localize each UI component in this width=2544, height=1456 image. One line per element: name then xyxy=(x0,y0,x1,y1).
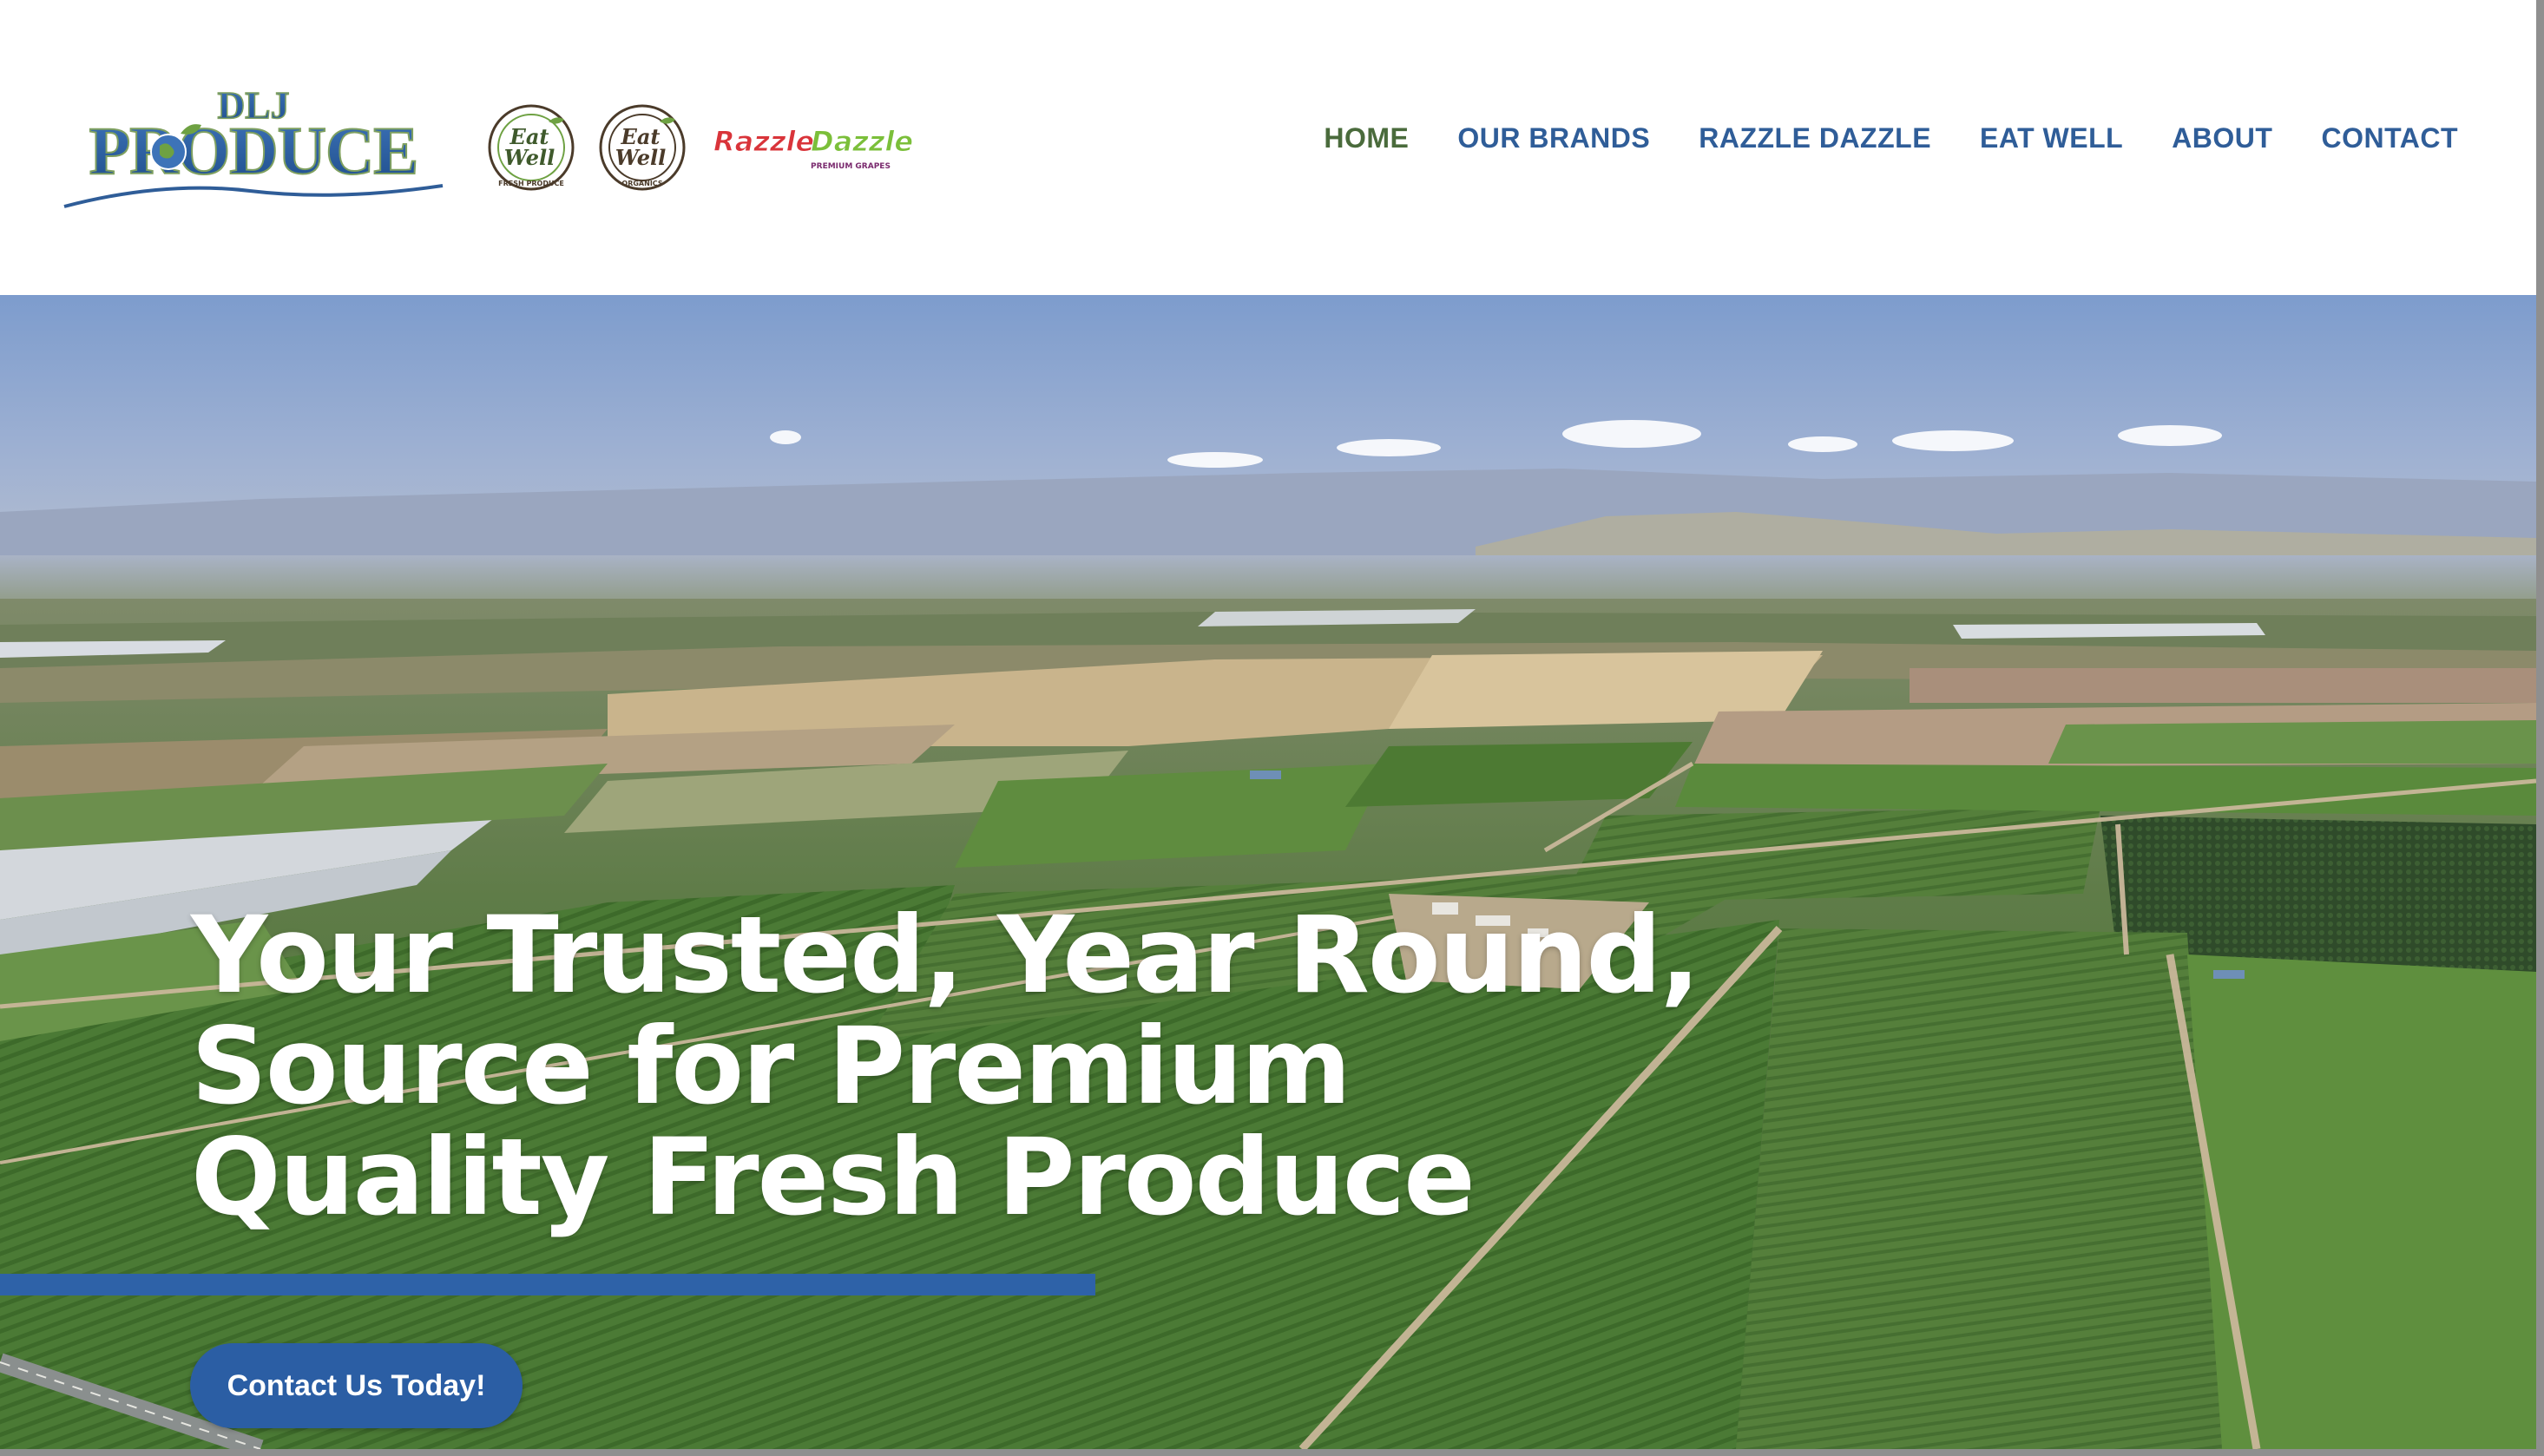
svg-text:Well: Well xyxy=(615,145,667,170)
hero-accent-bar xyxy=(0,1274,1095,1295)
nav-about[interactable]: ABOUT xyxy=(2172,122,2272,154)
eat-well-organics-badge-icon: Eat Well ORGANICS xyxy=(599,104,686,191)
page-frame: DLJ PRODUCE Eat Well FRESH PRODUCE Eat W… xyxy=(0,0,2536,1449)
svg-text:ORGANICS: ORGANICS xyxy=(621,180,662,187)
site-header: DLJ PRODUCE Eat Well FRESH PRODUCE Eat W… xyxy=(0,0,2536,295)
razzle-dazzle-wordmark: Razzle Dazzle PREMIUM GRAPES xyxy=(713,125,914,172)
svg-text:Well: Well xyxy=(504,145,555,170)
hero-headline-line-3: Quality Fresh Produce xyxy=(191,1116,1476,1239)
dlj-produce-logo[interactable]: DLJ PRODUCE xyxy=(59,83,448,213)
contact-us-button[interactable]: Contact Us Today! xyxy=(190,1343,523,1428)
nav-home[interactable]: HOME xyxy=(1324,122,1409,154)
eat-well-organics-logo[interactable]: Eat Well ORGANICS xyxy=(597,102,687,193)
hero-headline-line-1: Your Trusted, Year Round, xyxy=(191,894,1700,1017)
hero-headline: Your Trusted, Year Round, Source for Pre… xyxy=(191,900,1719,1233)
nav-contact[interactable]: CONTACT xyxy=(2321,122,2458,154)
window-edge-right xyxy=(2536,0,2544,1456)
svg-text:Razzle: Razzle xyxy=(713,125,814,158)
nav-our-brands[interactable]: OUR BRANDS xyxy=(1457,122,1650,154)
hero-section: Your Trusted, Year Round, Source for Pre… xyxy=(0,295,2536,1449)
eat-well-badge-icon: Eat Well FRESH PRODUCE xyxy=(488,104,575,191)
main-nav: HOME OUR BRANDS RAZZLE DAZZLE EAT WELL A… xyxy=(1324,122,2458,154)
logo-produce-text: PRODUCE xyxy=(89,113,418,188)
nav-eat-well[interactable]: EAT WELL xyxy=(1980,122,2123,154)
svg-text:FRESH PRODUCE: FRESH PRODUCE xyxy=(498,180,564,187)
svg-text:Dazzle: Dazzle xyxy=(811,125,913,158)
window-edge-bottom xyxy=(0,1449,2544,1456)
eat-well-fresh-produce-logo[interactable]: Eat Well FRESH PRODUCE xyxy=(486,102,576,193)
hero-headline-line-2: Source for Premium xyxy=(191,1005,1351,1128)
razzle-dazzle-logo[interactable]: Razzle Dazzle PREMIUM GRAPES xyxy=(712,120,922,177)
nav-razzle-dazzle[interactable]: RAZZLE DAZZLE xyxy=(1699,122,1931,154)
dlj-produce-logo-graphic: DLJ PRODUCE xyxy=(63,83,444,208)
svg-text:PREMIUM GRAPES: PREMIUM GRAPES xyxy=(811,162,891,171)
